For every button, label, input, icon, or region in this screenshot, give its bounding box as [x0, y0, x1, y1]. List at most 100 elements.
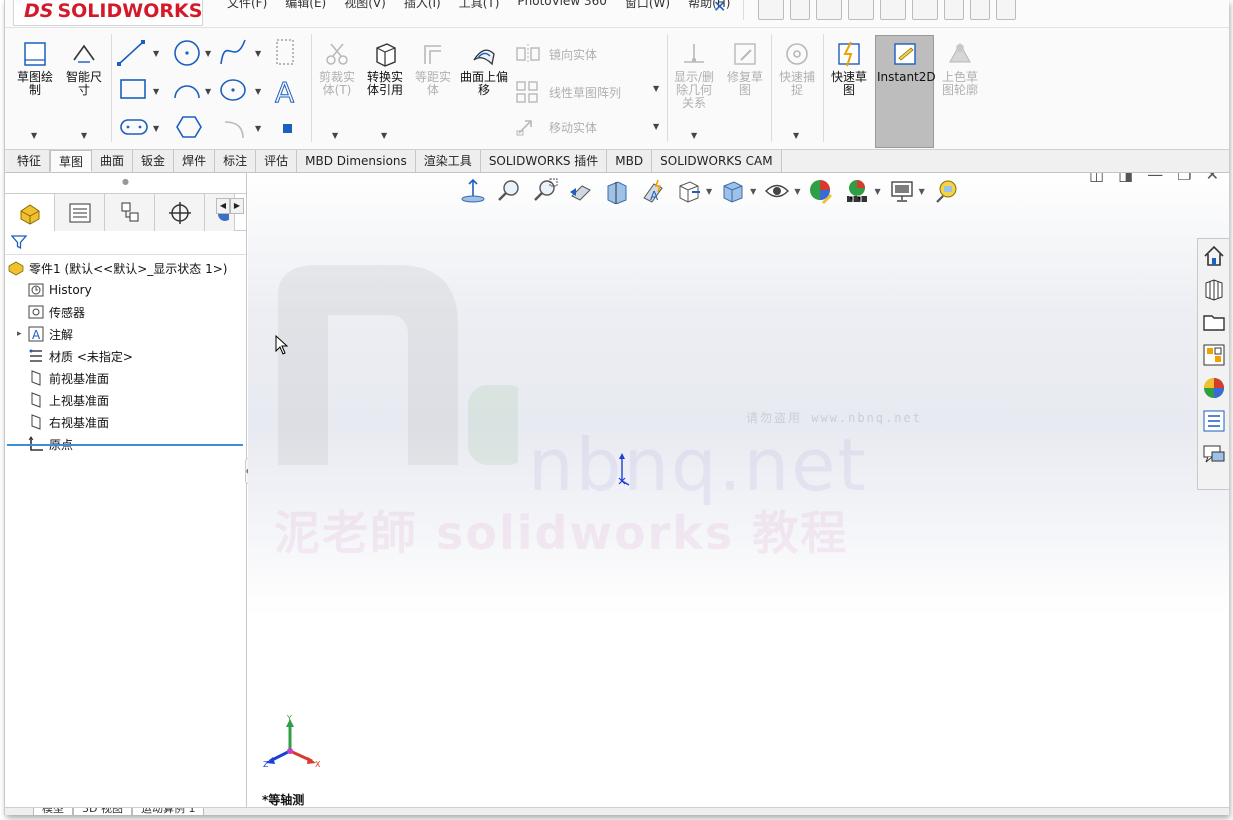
- configuration-manager-tab[interactable]: [105, 194, 155, 231]
- ellipse-icon[interactable]: [220, 79, 246, 101]
- move-dropdown-icon[interactable]: ▼: [653, 122, 659, 131]
- tree-filter[interactable]: [5, 231, 246, 255]
- dynamic-annotation-icon[interactable]: A: [638, 177, 668, 205]
- linear-pattern-button[interactable]: 线性草图阵列: [515, 80, 621, 104]
- tree-item-sensors[interactable]: 传感器: [5, 301, 246, 323]
- menu-insert[interactable]: 插入(I): [404, 0, 441, 11]
- arc-icon[interactable]: [174, 85, 200, 99]
- text-icon[interactable]: A: [275, 76, 295, 110]
- minimize-icon[interactable]: —: [1147, 173, 1163, 184]
- tab-addins[interactable]: SOLIDWORKS 插件: [480, 150, 608, 172]
- design-library-icon[interactable]: [1200, 274, 1228, 304]
- convert-dropdown-icon[interactable]: ▼: [381, 131, 387, 140]
- relations-dropdown-icon[interactable]: ▼: [691, 131, 697, 140]
- expand-arrow-icon[interactable]: ▸: [17, 329, 27, 339]
- tab-features[interactable]: 特征: [9, 150, 51, 172]
- options-gear-icon[interactable]: [996, 0, 1016, 20]
- fillet-icon[interactable]: [224, 121, 244, 139]
- polygon-icon[interactable]: [176, 116, 202, 138]
- menu-edit[interactable]: 编辑(E): [285, 0, 326, 11]
- hide-show-dropdown-icon[interactable]: ▼: [794, 187, 800, 196]
- panel-handle-icon[interactable]: ●: [5, 173, 246, 193]
- snap-dropdown-icon[interactable]: ▼: [793, 131, 799, 140]
- previous-view-icon[interactable]: [566, 177, 596, 205]
- tab-motion-study[interactable]: 运动算例 1: [131, 808, 205, 815]
- tree-item-top-plane[interactable]: 上视基准面: [5, 389, 246, 411]
- solidworks-logo[interactable]: DS SOLIDWORKS: [13, 0, 203, 26]
- file-properties-icon[interactable]: [970, 0, 990, 20]
- rapid-sketch-button[interactable]: 快速草图: [827, 40, 871, 97]
- forum-icon[interactable]: [1200, 439, 1228, 469]
- restore-icon[interactable]: ❐: [1177, 173, 1191, 184]
- view-palette-icon[interactable]: [1200, 340, 1228, 370]
- display-relations-button[interactable]: 显示/删除几何关系: [671, 40, 717, 110]
- save-icon[interactable]: [848, 0, 874, 20]
- file-explorer-icon[interactable]: [1200, 307, 1228, 337]
- tree-root-part[interactable]: 零件1 (默认<<默认>_显示状态 1>): [5, 257, 246, 279]
- repair-sketch-button[interactable]: 修复草图: [723, 40, 767, 97]
- view-orientation-icon[interactable]: [674, 177, 704, 205]
- menu-tools[interactable]: 工具(T): [459, 0, 500, 11]
- zoom-to-fit-icon[interactable]: [494, 177, 524, 205]
- edit-appearance-icon[interactable]: [806, 177, 836, 205]
- offset-entities-button[interactable]: 等距实体: [411, 40, 455, 97]
- pattern-dropdown-icon[interactable]: ▼: [653, 84, 659, 93]
- construction-geometry-icon[interactable]: [276, 39, 294, 65]
- smart-dim-dropdown-icon[interactable]: ▼: [81, 131, 87, 140]
- scroll-right-icon[interactable]: ▶: [230, 198, 244, 214]
- tree-item-material[interactable]: 材质 <未指定>: [5, 345, 246, 367]
- tree-item-right-plane[interactable]: 右视基准面: [5, 411, 246, 433]
- convert-entities-button[interactable]: 转换实体引用: [363, 40, 407, 97]
- tree-item-history[interactable]: History: [5, 279, 246, 301]
- tab-render-tools[interactable]: 渲染工具: [415, 150, 481, 172]
- new-document-icon[interactable]: [790, 0, 810, 20]
- tree-item-front-plane[interactable]: 前视基准面: [5, 367, 246, 389]
- rectangle-icon[interactable]: [120, 79, 146, 99]
- line-icon[interactable]: [117, 40, 145, 66]
- tab-mbd-dimensions[interactable]: MBD Dimensions: [297, 150, 416, 172]
- close-icon[interactable]: ✕: [1206, 173, 1219, 184]
- section-view-icon[interactable]: [602, 177, 632, 205]
- custom-properties-icon[interactable]: [1200, 406, 1228, 436]
- quick-snaps-button[interactable]: 快速捕捉: [775, 40, 819, 97]
- tile-left-icon[interactable]: ◫: [1089, 173, 1104, 184]
- sketch-dropdown-icon[interactable]: ▼: [31, 131, 37, 140]
- smart-dimension-button[interactable]: 智能尺寸: [61, 40, 107, 97]
- display-style-dropdown-icon[interactable]: ▼: [750, 187, 756, 196]
- sketch-button[interactable]: 草图绘制: [13, 40, 57, 97]
- tile-right-icon[interactable]: ◨: [1118, 173, 1133, 184]
- surface-offset-button[interactable]: 曲面上偏移: [459, 40, 509, 97]
- move-entities-button[interactable]: 移动实体: [515, 117, 597, 137]
- dimxpert-tab[interactable]: [155, 194, 205, 231]
- menu-photoview[interactable]: PhotoView 360: [517, 0, 606, 11]
- open-icon[interactable]: [816, 0, 842, 20]
- point-icon[interactable]: [283, 124, 292, 133]
- solidworks-resources-icon[interactable]: [1200, 241, 1228, 271]
- tab-weldments[interactable]: 焊件: [174, 150, 216, 172]
- slot-icon[interactable]: [120, 119, 148, 135]
- menu-view[interactable]: 视图(V): [344, 0, 386, 11]
- circle-icon[interactable]: [174, 40, 200, 66]
- tab-evaluate[interactable]: 评估: [256, 150, 298, 172]
- zoom-to-area-icon[interactable]: [530, 177, 560, 205]
- graphics-area[interactable]: nbnq.net 请勿盗用 www.nbnq.net 泥老師 solidwork…: [248, 173, 1229, 807]
- realview-icon[interactable]: [931, 177, 961, 205]
- view-normal-to-icon[interactable]: [458, 177, 488, 205]
- hide-show-items-icon[interactable]: [762, 177, 792, 205]
- tab-sketch[interactable]: 草图: [50, 150, 93, 172]
- trim-button[interactable]: 剪裁实体(T): [315, 40, 359, 97]
- tab-model[interactable]: 模型: [33, 808, 73, 815]
- scene-dropdown-icon[interactable]: ▼: [874, 187, 880, 196]
- print-icon[interactable]: [880, 0, 906, 20]
- tab-3d-views[interactable]: 3D 视图: [73, 808, 132, 815]
- menu-pin-close-icon[interactable]: ✕: [713, 0, 726, 16]
- menu-file[interactable]: 文件(F): [227, 0, 267, 11]
- spline-icon[interactable]: [220, 39, 246, 65]
- scroll-left-icon[interactable]: ◀: [216, 198, 230, 214]
- rebuild-icon[interactable]: [944, 0, 964, 20]
- rollback-bar[interactable]: [7, 444, 243, 446]
- view-settings-icon[interactable]: [887, 177, 917, 205]
- tree-item-annotations[interactable]: ▸ A 注解: [5, 323, 246, 345]
- tab-mbd[interactable]: MBD: [607, 150, 653, 172]
- tab-cam[interactable]: SOLIDWORKS CAM: [652, 150, 782, 172]
